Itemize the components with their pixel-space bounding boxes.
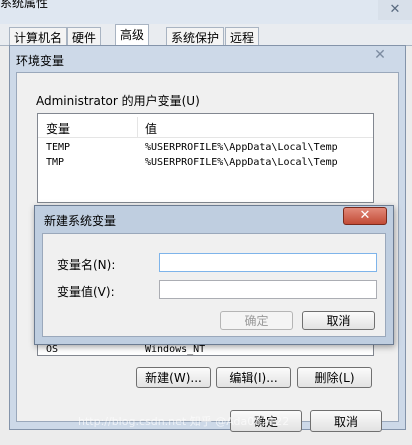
table-row-value[interactable]: %USERPROFILE%\AppData\Local\Temp	[145, 142, 338, 153]
system-properties-title: 系统属性	[0, 0, 49, 10]
tab-remote[interactable]: 远程	[225, 27, 260, 47]
system-var-row-value[interactable]: Windows_NT	[145, 344, 205, 355]
table-row-value[interactable]: %USERPROFILE%\AppData\Local\Temp	[145, 157, 338, 168]
tab-hardware[interactable]: 硬件	[67, 27, 102, 47]
column-header-variable[interactable]: 变量	[46, 120, 70, 137]
table-row-name[interactable]: TEMP	[46, 142, 70, 153]
env-dialog-close-icon[interactable]: ✕	[360, 46, 400, 64]
new-variable-dialog-close-icon[interactable]: ✕	[343, 207, 387, 225]
column-header-value[interactable]: 值	[145, 120, 157, 137]
new-variable-cancel-button[interactable]: 取消	[302, 311, 375, 330]
system-var-row-name[interactable]: OS	[46, 344, 58, 355]
tab-computer-name[interactable]: 计算机名	[9, 27, 68, 47]
variable-value-label: 变量值(V):	[57, 285, 115, 299]
new-variable-button[interactable]: 新建(W)...	[136, 367, 211, 388]
variable-name-input[interactable]	[159, 253, 377, 272]
system-properties-close-icon[interactable]: ✕	[378, 0, 412, 20]
watermark-text: http://blog.csdn.net 知乎 @Ada082122	[78, 415, 290, 428]
edit-variable-button[interactable]: 编辑(I)...	[216, 367, 291, 388]
new-variable-dialog-title: 新建系统变量	[44, 214, 117, 228]
env-cancel-button[interactable]: 取消	[310, 410, 382, 432]
delete-variable-button[interactable]: 删除(L)	[297, 367, 372, 388]
new-variable-ok-button[interactable]: 确定	[220, 311, 293, 330]
variable-name-label: 变量名(N):	[57, 258, 116, 272]
system-properties-titlebar	[0, 0, 412, 24]
tab-advanced[interactable]: 高级	[115, 24, 150, 47]
user-variables-label: Administrator 的用户变量(U)	[36, 94, 200, 108]
header-divider	[137, 117, 138, 138]
list-header	[38, 117, 373, 138]
tab-system-protection[interactable]: 系统保护	[166, 27, 225, 47]
table-row-name[interactable]: TMP	[46, 157, 64, 168]
env-dialog-title: 环境变量	[16, 54, 65, 68]
variable-value-input[interactable]	[159, 280, 377, 299]
